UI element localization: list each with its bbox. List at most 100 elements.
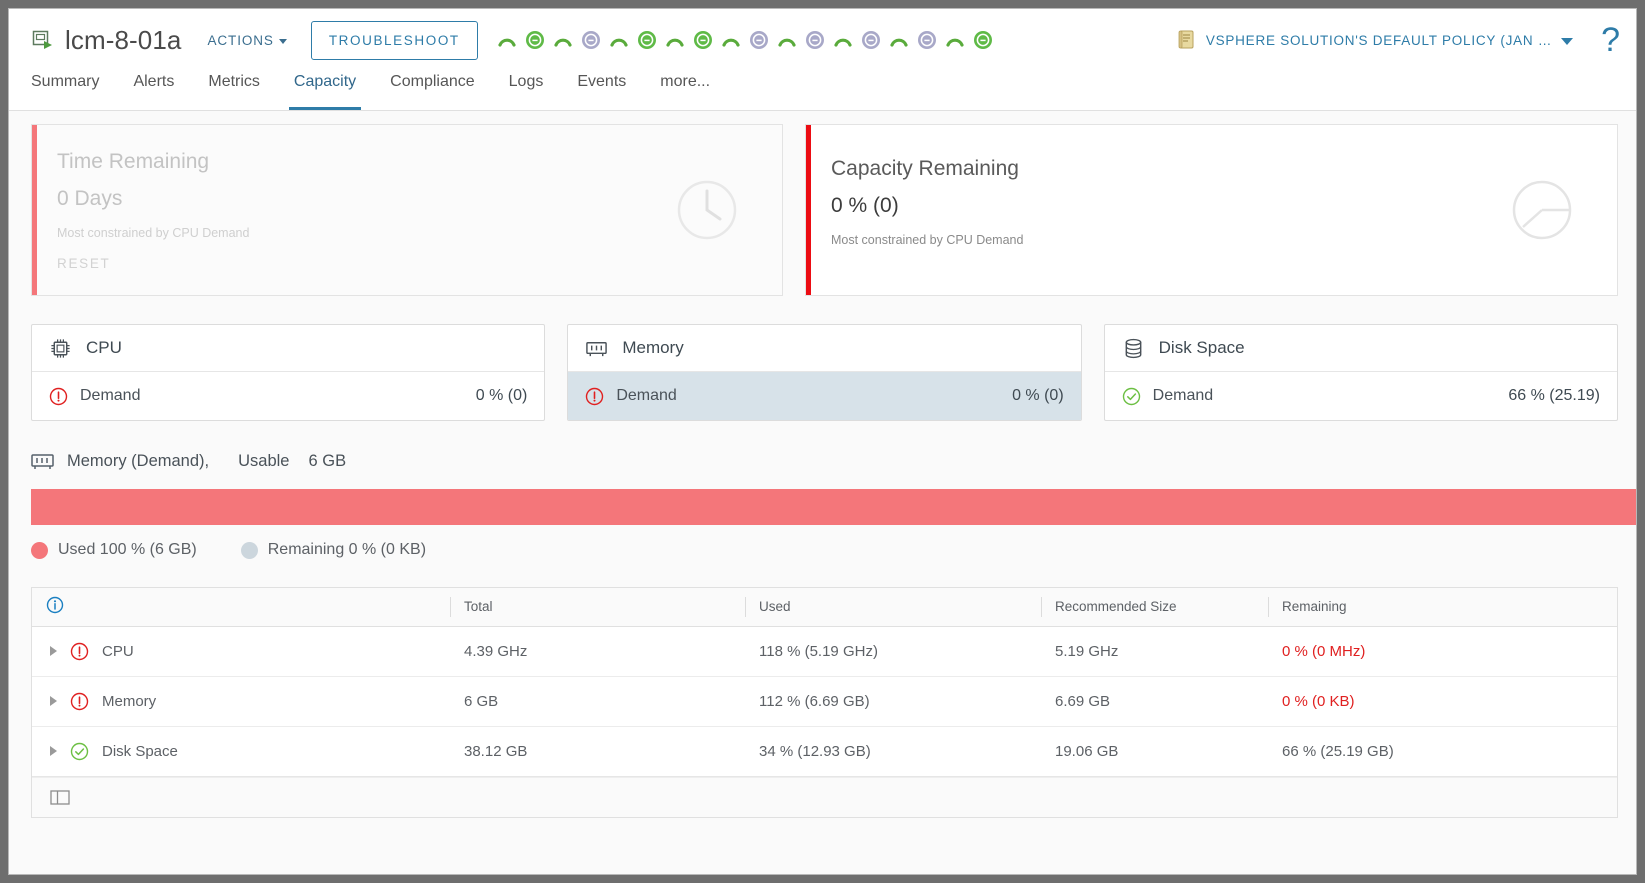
tab-label: Logs [508, 73, 544, 90]
table-cell-used: 112 % (6.69 GB) [745, 676, 1041, 727]
table-header-recommended-size[interactable]: Recommended Size [1041, 588, 1268, 627]
chevron-right-icon[interactable] [50, 746, 57, 756]
resource-metric-label: Demand [80, 387, 141, 404]
clock-icon [676, 179, 738, 241]
health-circle-icon[interactable] [524, 29, 546, 51]
health-circle-icon[interactable] [804, 29, 826, 51]
legend-item[interactable]: Remaining 0 % (0 KB) [240, 541, 426, 559]
health-arc-icon[interactable] [664, 29, 686, 51]
resource-card-header: Memory [568, 325, 1081, 372]
table-row[interactable]: Memory 6 GB 112 % (6.69 GB) 6.69 GB 0 % (0 K… [32, 676, 1617, 727]
table-cell-name: Memory [32, 676, 450, 727]
cpu-chip-icon [51, 338, 70, 358]
capacity-remaining-value: 0 % (0) [831, 194, 899, 217]
table-cell-name: CPU [32, 626, 450, 677]
health-circle-icon[interactable] [916, 29, 938, 51]
resource-card-disk-space[interactable]: Disk Space Demand 66 % (25.19) [1103, 324, 1618, 421]
tab-capacity[interactable]: Capacity [277, 71, 373, 110]
time-remaining-value: 0 Days [57, 186, 123, 210]
tab-summary[interactable]: Summary [31, 71, 116, 110]
tab-compliance[interactable]: Compliance [373, 71, 491, 110]
vrops-window: lcm-8-01a ACTIONS TROUBLESHOOT VSPHERE S… [8, 8, 1637, 875]
health-arc-icon[interactable] [608, 29, 630, 51]
health-arc-icon[interactable] [776, 29, 798, 51]
tab-logs[interactable]: Logs [492, 71, 561, 110]
status-critical-icon [49, 387, 68, 405]
health-arc-icon[interactable] [832, 29, 854, 51]
table-header-remaining[interactable]: Remaining [1268, 588, 1617, 627]
row-label: Disk Space [102, 742, 178, 760]
health-arc-icon[interactable] [944, 29, 966, 51]
table-footer [32, 776, 1617, 817]
resource-metric-label: Demand [1152, 387, 1214, 404]
time-remaining-subtitle: Most constrained by CPU Demand [57, 225, 250, 240]
pie-chart-icon [1511, 179, 1573, 241]
table-cell-remaining: 66 % (25.19 GB) [1268, 726, 1617, 777]
health-arc-icon[interactable] [888, 29, 910, 51]
chevron-right-icon[interactable] [50, 696, 57, 706]
chart-title-row: Memory (Demand), Usable 6 GB [9, 451, 1636, 471]
resource-card-metric-row[interactable]: Demand 66 % (25.19) [1105, 372, 1617, 420]
health-arc-icon[interactable] [720, 29, 742, 51]
table-header-total[interactable]: Total [450, 588, 745, 627]
chevron-right-icon[interactable] [50, 646, 57, 656]
time-remaining-card[interactable]: Time Remaining 0 Days Most constrained b… [31, 124, 783, 296]
health-circle-icon[interactable] [636, 29, 658, 51]
capacity-table: Total Used Recommended Size Remaining CP… [31, 587, 1618, 818]
resource-card-metric-row[interactable]: Demand 0 % (0) [568, 372, 1081, 420]
resource-metric-value: 0 % (0) [1012, 387, 1064, 404]
tab-alerts[interactable]: Alerts [116, 71, 191, 110]
memory-module-icon [586, 341, 608, 356]
table-cell-name: Disk Space [32, 726, 450, 777]
chart-usable-label: Usable [238, 451, 290, 470]
reset-button[interactable]: RESET [57, 256, 676, 271]
resource-card-memory[interactable]: Memory Demand 0 % (0) [567, 324, 1082, 421]
tab-label: Capacity [293, 73, 357, 90]
chevron-down-icon [278, 38, 287, 44]
help-button[interactable]: ? [1601, 23, 1620, 57]
table-row[interactable]: CPU 4.39 GHz 118 % (5.19 GHz) 5.19 GHz 0 % (… [32, 626, 1617, 677]
tab-more[interactable]: more... [643, 71, 727, 110]
resource-card-title: Disk Space [1158, 338, 1245, 357]
health-arc-icon[interactable] [552, 29, 574, 51]
table-cell-used: 118 % (5.19 GHz) [745, 626, 1041, 677]
health-circle-icon[interactable] [972, 29, 994, 51]
memory-usage-bar [31, 489, 1636, 525]
info-icon[interactable] [46, 596, 64, 617]
troubleshoot-button[interactable]: TROUBLESHOOT [310, 20, 478, 60]
tab-events[interactable]: Events [560, 71, 643, 110]
tab-label: Metrics [208, 73, 260, 90]
table-cell-remaining: 0 % (0 KB) [1268, 676, 1617, 727]
tab-label: more... [660, 73, 711, 90]
table-row[interactable]: Disk Space 38.12 GB 34 % (12.93 GB) 19.06 G… [32, 726, 1617, 777]
policy-label: VSPHERE SOLUTION'S DEFAULT POLICY (JAN … [1205, 32, 1553, 48]
resource-card-header: CPU [32, 325, 545, 372]
row-label: Memory [102, 692, 157, 710]
health-circle-icon[interactable] [692, 29, 714, 51]
policy-selector[interactable]: VSPHERE SOLUTION'S DEFAULT POLICY (JAN … [1177, 29, 1579, 51]
resource-card-cpu[interactable]: CPU Demand 0 % (0) [31, 324, 546, 421]
health-badge-strip [496, 29, 1000, 51]
resource-metric-value: 66 % (25.19) [1508, 387, 1600, 404]
tab-bar: Summary Alerts Metrics Capacity Compliance Lo… [9, 71, 1636, 111]
time-remaining-title: Time Remaining [57, 149, 210, 173]
health-circle-icon[interactable] [860, 29, 882, 51]
health-arc-icon[interactable] [496, 29, 518, 51]
tab-metrics[interactable]: Metrics [191, 71, 277, 110]
table-header-used[interactable]: Used [745, 588, 1041, 627]
usage-segment-used [31, 489, 1636, 525]
resource-card-metric-row[interactable]: Demand 0 % (0) [32, 372, 544, 420]
health-circle-icon[interactable] [748, 29, 770, 51]
status-critical-icon [586, 387, 604, 405]
legend-item[interactable]: Used 100 % (6 GB) [31, 541, 197, 559]
capacity-remaining-card[interactable]: Capacity Remaining 0 % (0) Most constrai… [805, 124, 1618, 296]
actions-menu-button[interactable]: ACTIONS [208, 33, 287, 48]
status-ok-icon [1122, 387, 1140, 405]
health-circle-icon[interactable] [580, 29, 602, 51]
capacity-content: Time Remaining 0 Days Most constrained b… [9, 111, 1636, 874]
capacity-remaining-subtitle: Most constrained by CPU Demand [831, 233, 1024, 247]
tab-label: Compliance [390, 73, 475, 90]
chevron-down-icon[interactable] [1561, 37, 1574, 45]
database-disk-icon [1125, 338, 1142, 358]
panel-toggle-icon[interactable] [50, 789, 70, 805]
